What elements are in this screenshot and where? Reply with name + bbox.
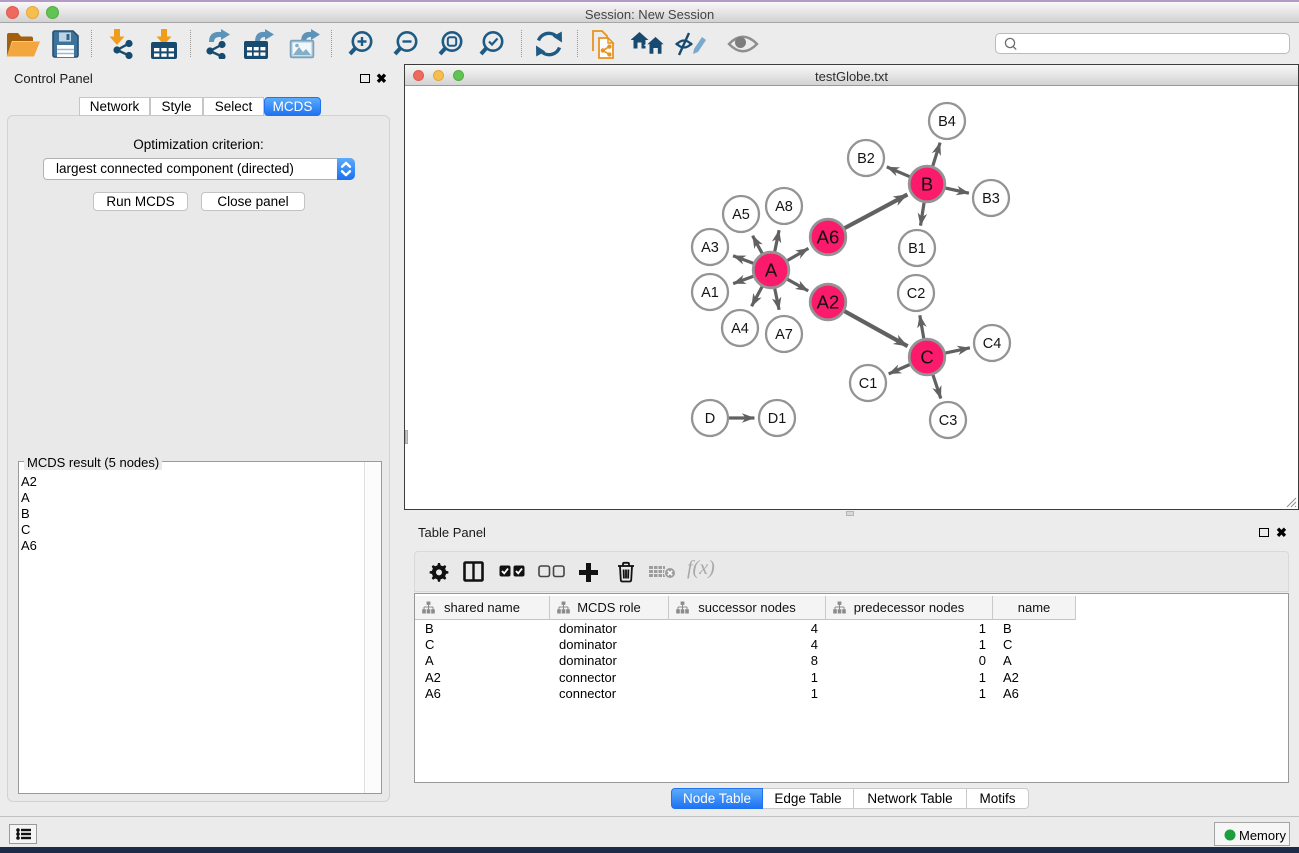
svg-text:D1: D1 [768, 411, 787, 427]
svg-text:C2: C2 [907, 286, 926, 302]
svg-text:A1: A1 [701, 285, 719, 301]
svg-text:A5: A5 [732, 207, 750, 223]
svg-text:A7: A7 [775, 327, 793, 343]
svg-text:D: D [705, 411, 715, 427]
svg-text:A4: A4 [731, 321, 749, 337]
svg-text:C: C [920, 347, 933, 368]
svg-text:C3: C3 [939, 413, 958, 429]
svg-text:A: A [765, 260, 778, 281]
svg-text:A8: A8 [775, 199, 793, 215]
svg-text:B: B [921, 174, 933, 195]
svg-text:A6: A6 [817, 227, 840, 248]
svg-text:B1: B1 [908, 241, 926, 257]
svg-text:B4: B4 [938, 114, 956, 130]
svg-text:B3: B3 [982, 191, 1000, 207]
svg-text:B2: B2 [857, 151, 875, 167]
svg-text:C4: C4 [983, 336, 1002, 352]
svg-text:A2: A2 [817, 292, 840, 313]
svg-text:A3: A3 [701, 240, 719, 256]
svg-text:C1: C1 [859, 376, 878, 392]
